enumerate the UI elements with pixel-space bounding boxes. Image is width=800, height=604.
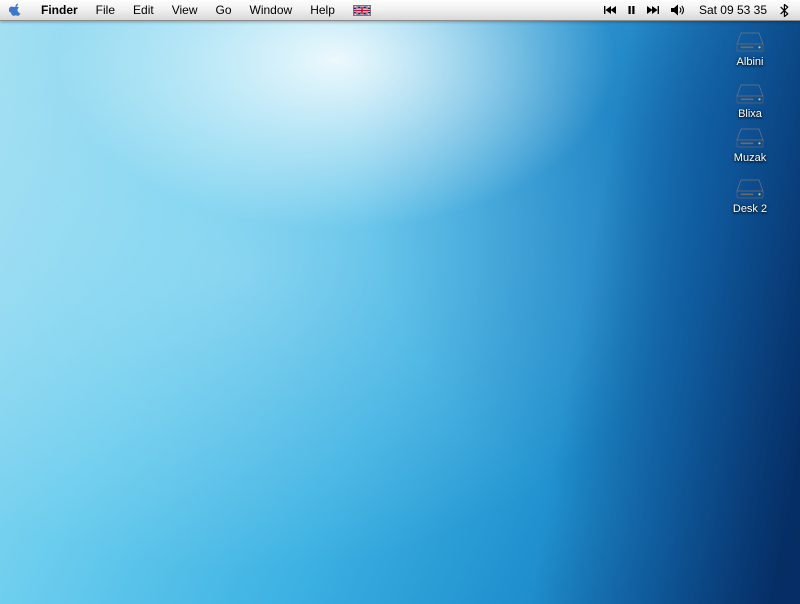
menu-bar-right: Sat 09 53 35 [598,0,800,20]
fast-forward-icon [646,6,659,14]
menu-item-window[interactable]: Window [241,0,302,20]
desktop-icon-label: Albini [736,56,764,68]
screen: Finder File Edit View Go Window Help Sat… [0,0,800,604]
speaker-icon [670,4,684,16]
hard-drive-icon [734,176,766,202]
desktop-icon-albini[interactable]: Albini [716,29,784,68]
pause-icon [628,6,635,14]
desktop-icon-label: Desk 2 [732,203,768,215]
hard-drive-icon [734,125,766,151]
menu-bar: Finder File Edit View Go Window Help Sat… [0,0,800,21]
desktop-icon-desk-2[interactable]: Desk 2 [716,176,784,215]
desktop-icon-label: Muzak [733,152,767,164]
menu-item-view[interactable]: View [163,0,207,20]
menu-item-finder[interactable]: Finder [32,0,87,20]
desktop-icon-blixa[interactable]: Blixa [716,81,784,120]
volume-menu-extra[interactable] [665,0,692,20]
media-pause-button[interactable] [622,0,641,20]
uk-flag-icon [352,4,371,16]
desktop-icon-label: Blixa [738,108,762,120]
desktop-icon-muzak[interactable]: Muzak [716,125,784,164]
bluetooth-icon [780,3,789,17]
menu-clock[interactable]: Sat 09 53 35 [692,0,774,20]
bluetooth-menu-extra[interactable] [774,0,795,20]
menu-item-edit[interactable]: Edit [124,0,163,20]
menu-bar-left: Finder File Edit View Go Window Help [0,0,380,20]
menu-item-help[interactable]: Help [301,0,344,20]
media-rewind-button[interactable] [598,0,622,20]
media-fast-forward-button[interactable] [641,0,665,20]
rewind-icon [603,6,616,14]
hard-drive-icon [734,81,766,107]
apple-logo-icon [9,3,21,16]
menu-item-file[interactable]: File [87,0,124,20]
hard-drive-icon [734,29,766,55]
input-source-menu[interactable] [344,0,380,20]
apple-menu[interactable] [0,0,32,20]
desktop [0,0,800,604]
menu-item-go[interactable]: Go [207,0,241,20]
